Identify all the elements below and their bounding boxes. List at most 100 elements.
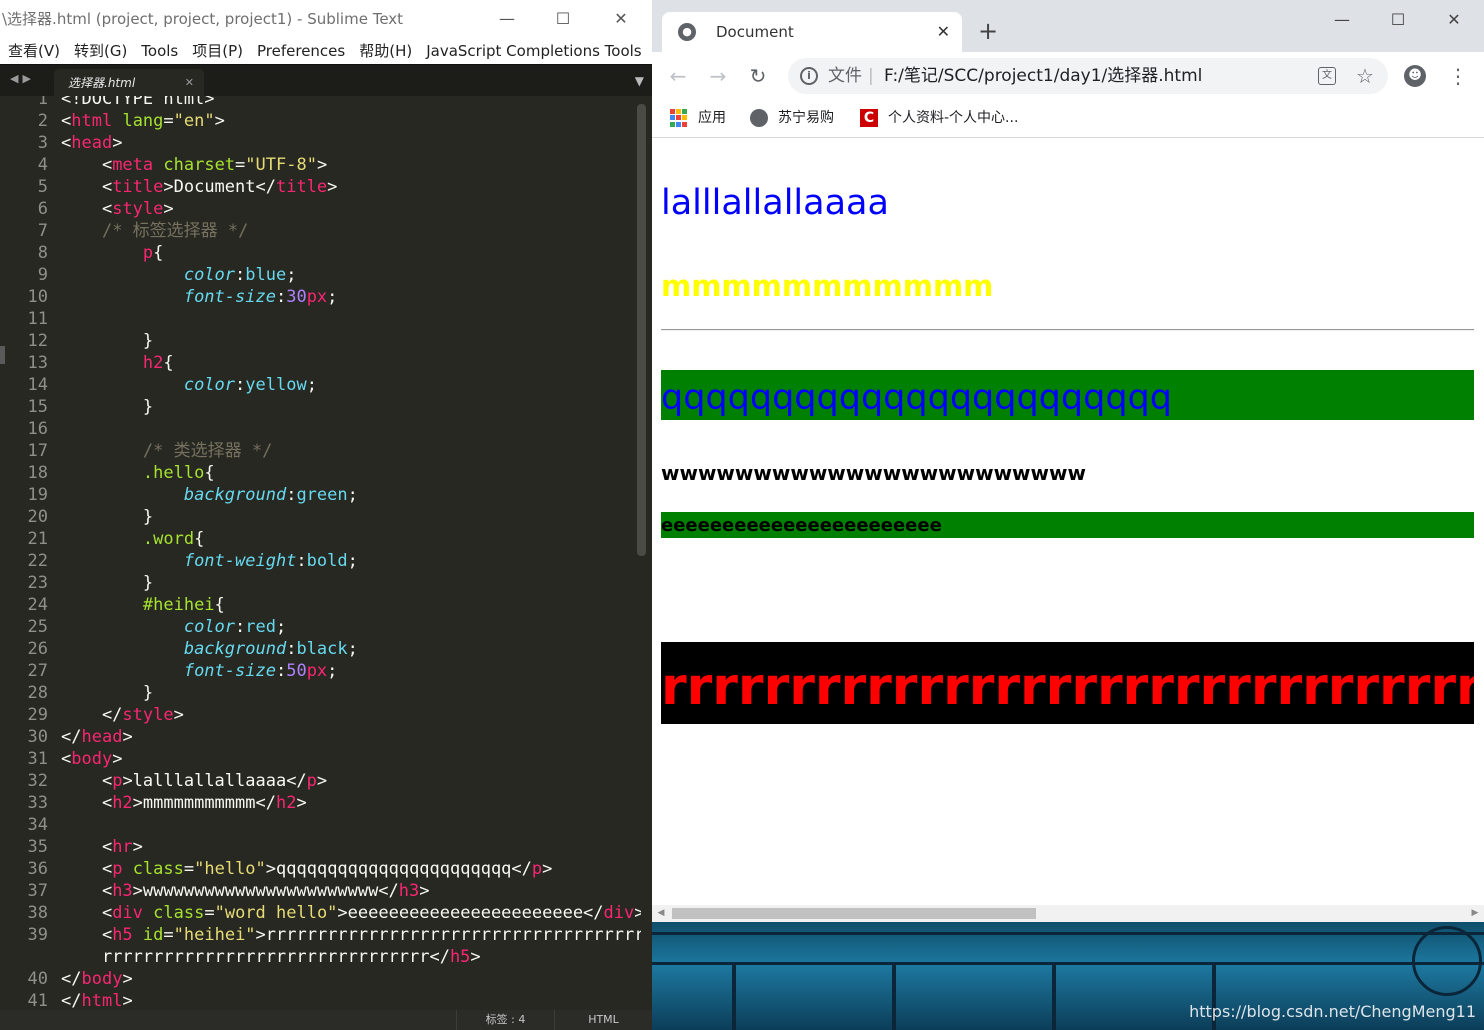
code-editor[interactable]: 1 2 3 4 5 6 7 8 9 10 11 12 13 14 15 16 17 18 19 20 21 22 23 24 2… (6, 96, 646, 1010)
code-line[interactable]: </body> (61, 968, 641, 990)
more-menu-icon[interactable]: ⋮ (1448, 62, 1468, 90)
code-line[interactable]: <p class="hello">qqqqqqqqqqqqqqqqqqqqqqq… (61, 858, 641, 880)
menu-help[interactable]: 帮助(H) (351, 38, 418, 64)
page-horizontal-scrollbar[interactable]: ◀ ▶ (652, 905, 1484, 922)
code-line[interactable]: background:green; (61, 484, 641, 506)
account-avatar-icon[interactable]: ☻ (1404, 65, 1426, 87)
code-line[interactable]: </html> (61, 990, 641, 1010)
close-tab-icon[interactable]: ✕ (937, 12, 950, 52)
code-line[interactable]: } (61, 506, 641, 528)
tab-selector-html[interactable]: 选择器.html ✕ (54, 69, 204, 97)
code-line[interactable]: #heihei{ (61, 594, 641, 616)
code-line[interactable]: } (61, 330, 641, 352)
code-line[interactable] (61, 814, 641, 836)
code-line[interactable]: <html lang="en"> (61, 110, 641, 132)
chrome-tab-title: Document (716, 23, 794, 41)
maximize-button[interactable]: ☐ (534, 0, 592, 38)
close-window-button[interactable]: ✕ (1426, 0, 1482, 40)
menu-project[interactable]: 项目(P) (184, 38, 249, 64)
minimize-button[interactable]: — (1314, 0, 1370, 40)
address-bar[interactable]: i 文件 | F:/笔记/SCC/project1/day1/选择器.html … (788, 58, 1388, 94)
code-line[interactable]: rrrrrrrrrrrrrrrrrrrrrrrrrrrrrrrr</h5> (61, 946, 641, 968)
line-number: 39 (27, 925, 48, 945)
code-line[interactable]: <style> (61, 198, 641, 220)
line-number: 12 (27, 331, 48, 351)
code-line[interactable]: } (61, 572, 641, 594)
wallpaper-rail (652, 932, 1484, 935)
line-number: 3 (37, 133, 48, 153)
scroll-right-icon[interactable]: ▶ (1468, 905, 1482, 922)
code-line[interactable] (61, 418, 641, 440)
code-line[interactable]: h2{ (61, 352, 641, 374)
code-line[interactable]: <!DOCTYPE html> (61, 96, 641, 110)
line-number: 19 (27, 485, 48, 505)
bookmark-suning[interactable]: 苏宁易购 (750, 100, 834, 136)
menu-tools[interactable]: Tools (133, 38, 184, 64)
code-line[interactable]: <title>Document</title> (61, 176, 641, 198)
line-number: 26 (27, 639, 48, 659)
info-icon[interactable]: i (800, 67, 818, 85)
syntax-indicator[interactable]: HTML (554, 1010, 652, 1030)
code-line[interactable]: <h2>mmmmmmmmmmm</h2> (61, 792, 641, 814)
address-url[interactable]: F:/笔记/SCC/project1/day1/选择器.html (884, 58, 1202, 94)
code-line[interactable]: /* 标签选择器 */ (61, 220, 641, 242)
code-line[interactable]: .hello{ (61, 462, 641, 484)
code-line[interactable]: <p>lalllallallaaaa</p> (61, 770, 641, 792)
chrome-tab-document[interactable]: ● Document ✕ (662, 12, 962, 52)
reload-icon[interactable]: ↻ (744, 62, 772, 90)
code-line[interactable]: } (61, 396, 641, 418)
bookmark-apps[interactable]: 应用 (670, 100, 726, 136)
page-heihei-h5: rrrrrrrrrrrrrrrrrrrrrrrrrrrrrrrrrrrrrrrr… (661, 642, 1474, 724)
code-line[interactable]: font-size:50px; (61, 660, 641, 682)
wallpaper-post (1052, 962, 1056, 1030)
tab-dropdown-icon[interactable]: ▼ (635, 74, 644, 88)
menu-view[interactable]: 查看(V) (0, 38, 66, 64)
code-line[interactable]: </head> (61, 726, 641, 748)
sublime-tab-bar: ◀▶ 选择器.html ✕ ▼ (0, 64, 652, 97)
code-line[interactable]: color:yellow; (61, 374, 641, 396)
line-number: 14 (27, 375, 48, 395)
menu-js-completions[interactable]: JavaScript Completions Tools (418, 38, 647, 64)
code-line[interactable]: /* 类选择器 */ (61, 440, 641, 462)
back-arrow-icon[interactable]: ← (664, 62, 692, 90)
scroll-left-icon[interactable]: ◀ (654, 905, 668, 922)
code-line[interactable]: <head> (61, 132, 641, 154)
code-line[interactable]: <hr> (61, 836, 641, 858)
code-line[interactable]: font-weight:bold; (61, 550, 641, 572)
code-line[interactable]: <div class="word hello">eeeeeeeeeeeeeeee… (61, 902, 641, 924)
code-line[interactable]: font-size:30px; (61, 286, 641, 308)
code-line[interactable]: color:red; (61, 616, 641, 638)
menu-goto[interactable]: 转到(G) (66, 38, 133, 64)
line-number: 38 (27, 903, 48, 923)
bookmark-profile[interactable]: C 个人资料-个人中心... (860, 100, 1018, 136)
tab-size-indicator[interactable]: 标签 : 4 (456, 1010, 554, 1030)
scrollbar-thumb[interactable] (672, 908, 1036, 919)
code-line[interactable]: <h5 id="heihei">rrrrrrrrrrrrrrrrrrrrrrrr… (61, 924, 641, 946)
code-line[interactable] (61, 308, 641, 330)
close-tab-icon[interactable]: ✕ (185, 69, 194, 97)
line-number: 2 (37, 111, 48, 131)
code-line[interactable]: p{ (61, 242, 641, 264)
code-line[interactable]: background:black; (61, 638, 641, 660)
code-line[interactable]: </style> (61, 704, 641, 726)
code-line[interactable]: <h3>wwwwwwwwwwwwwwwwwwwwwww</h3> (61, 880, 641, 902)
bookmark-star-icon[interactable]: ☆ (1356, 58, 1374, 94)
code-line[interactable]: } (61, 682, 641, 704)
forward-arrow-icon[interactable]: → (704, 62, 732, 90)
code-line[interactable]: .word{ (61, 528, 641, 550)
code-line[interactable]: <meta charset="UTF-8"> (61, 154, 641, 176)
code-line[interactable]: <body> (61, 748, 641, 770)
new-tab-button[interactable]: + (978, 16, 998, 46)
close-window-button[interactable]: ✕ (592, 0, 650, 38)
code-line[interactable]: color:blue; (61, 264, 641, 286)
translate-icon[interactable]: 文 (1318, 67, 1336, 85)
line-number: 32 (27, 771, 48, 791)
minimize-button[interactable]: — (478, 0, 536, 38)
maximize-button[interactable]: ☐ (1370, 0, 1426, 40)
wallpaper-post (892, 962, 896, 1030)
tab-nav-arrows-icon[interactable]: ◀▶ (10, 72, 35, 85)
code-content[interactable]: <!DOCTYPE html> <html lang="en"> <head> <m… (61, 96, 641, 1010)
editor-scrollbar[interactable] (637, 104, 646, 556)
menu-preferences[interactable]: Preferences (249, 38, 351, 64)
sidebar-resize-handle[interactable] (0, 346, 5, 364)
